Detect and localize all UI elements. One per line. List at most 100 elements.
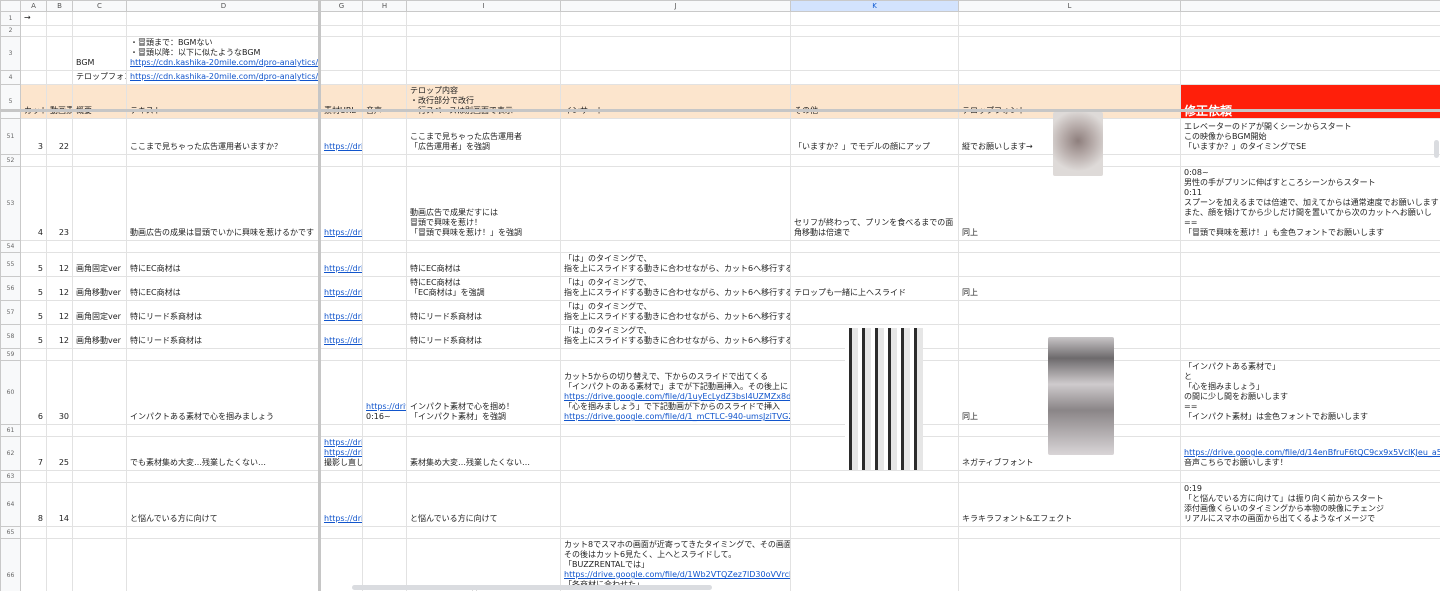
- summary-cell[interactable]: [72, 436, 127, 471]
- telop-font-cell[interactable]: [958, 470, 1181, 483]
- video-number-cell[interactable]: [46, 240, 73, 253]
- cut-cell[interactable]: 3: [20, 118, 47, 155]
- revision-cell[interactable]: [1180, 300, 1440, 325]
- telop-font-cell[interactable]: [958, 240, 1181, 253]
- cut-cell[interactable]: 5: [20, 252, 47, 277]
- revision-cell[interactable]: [1180, 154, 1440, 167]
- row-header[interactable]: 64: [0, 482, 21, 527]
- revision-cell[interactable]: [1180, 470, 1440, 483]
- row-header[interactable]: 56: [0, 276, 21, 301]
- cell[interactable]: [406, 25, 561, 37]
- material-url-cell[interactable]: [320, 154, 363, 167]
- summary-cell[interactable]: [72, 470, 127, 483]
- insert-cell[interactable]: [560, 526, 791, 539]
- insert-cell[interactable]: [560, 166, 791, 241]
- cell-c[interactable]: テロップフォン: [72, 70, 127, 85]
- column-header-m[interactable]: [1180, 0, 1440, 12]
- cell-d[interactable]: https://cdn.kashika-20mile.com/dpro-anal…: [126, 70, 321, 85]
- insert-cell[interactable]: [560, 240, 791, 253]
- cell-d[interactable]: [126, 11, 321, 26]
- header-cut[interactable]: カット: [20, 84, 47, 119]
- video-number-cell[interactable]: [46, 526, 73, 539]
- cell[interactable]: [958, 11, 1181, 26]
- video-number-cell[interactable]: 12: [46, 276, 73, 301]
- cut-cell[interactable]: [20, 526, 47, 539]
- audio-cell[interactable]: [362, 252, 407, 277]
- column-header-c[interactable]: C: [72, 0, 127, 12]
- audio-cell[interactable]: [362, 166, 407, 241]
- cell[interactable]: [406, 11, 561, 26]
- row-header[interactable]: 52: [0, 154, 21, 167]
- other-cell[interactable]: [790, 470, 959, 483]
- insert-cell[interactable]: [560, 154, 791, 167]
- video-number-cell[interactable]: [46, 470, 73, 483]
- material-url-cell[interactable]: [320, 470, 363, 483]
- audio-cell[interactable]: [362, 526, 407, 539]
- text-cell[interactable]: ここまで見ちゃった広告運用者いますか？: [126, 118, 321, 155]
- material-url-cell[interactable]: https://drive.https://drive.撮影し直し: [320, 436, 363, 471]
- cut-cell[interactable]: 7: [20, 436, 47, 471]
- cell[interactable]: [362, 36, 407, 71]
- text-cell[interactable]: [126, 470, 321, 483]
- header-video[interactable]: 動画素: [46, 84, 73, 119]
- material-url-cell[interactable]: https://drive.: [320, 300, 363, 325]
- row-header[interactable]: 55: [0, 252, 21, 277]
- text-cell[interactable]: [126, 348, 321, 361]
- other-cell[interactable]: [790, 240, 959, 253]
- frozen-row-divider[interactable]: [0, 109, 1440, 112]
- row-header[interactable]: 63: [0, 470, 21, 483]
- header-text[interactable]: テキスト: [126, 84, 321, 119]
- audio-cell[interactable]: [362, 240, 407, 253]
- other-cell[interactable]: [790, 154, 959, 167]
- summary-cell[interactable]: [72, 482, 127, 527]
- text-cell[interactable]: 特にリード系商材は: [126, 324, 321, 349]
- telop-cell[interactable]: [406, 240, 561, 253]
- audio-cell[interactable]: [362, 118, 407, 155]
- revision-cell[interactable]: [1180, 526, 1440, 539]
- cell[interactable]: [560, 70, 791, 85]
- material-url-cell[interactable]: [320, 240, 363, 253]
- reference-image[interactable]: [1053, 112, 1103, 176]
- cell-b[interactable]: [46, 11, 73, 26]
- telop-cell[interactable]: [406, 470, 561, 483]
- row-header[interactable]: 53: [0, 166, 21, 241]
- telop-cell[interactable]: [406, 348, 561, 361]
- cell[interactable]: [320, 36, 363, 71]
- text-cell[interactable]: 特にEC商材は: [126, 276, 321, 301]
- other-cell[interactable]: セリフが終わって、プリンを食べるまでの面 角移動は倍速で: [790, 166, 959, 241]
- audio-cell[interactable]: [362, 436, 407, 471]
- audio-cell[interactable]: [362, 538, 407, 591]
- audio-cell[interactable]: [362, 276, 407, 301]
- text-cell[interactable]: インパクトある素材で心を掴みましょう: [126, 360, 321, 425]
- material-url-cell[interactable]: [320, 526, 363, 539]
- audio-cell[interactable]: [362, 348, 407, 361]
- other-cell[interactable]: テロップも一緒に上へスライド: [790, 276, 959, 301]
- insert-cell[interactable]: カット5からの切り替えで、下からのスライドで出てくる 「インパクトのある素材で」ま…: [560, 360, 791, 425]
- text-cell[interactable]: [126, 526, 321, 539]
- video-number-cell[interactable]: [46, 424, 73, 437]
- material-url-cell[interactable]: https://drive.: [320, 324, 363, 349]
- telop-cell[interactable]: 素材集め大変…残業したくない…: [406, 436, 561, 471]
- summary-cell[interactable]: [72, 424, 127, 437]
- summary-cell[interactable]: [72, 526, 127, 539]
- row-header[interactable]: 61: [0, 424, 21, 437]
- cell-d[interactable]: ・冒頭まで：BGMない ・冒頭以降：以下に似たようなBGM https://cdn.…: [126, 36, 321, 71]
- row-header[interactable]: 65: [0, 526, 21, 539]
- material-url-cell[interactable]: [320, 348, 363, 361]
- telop-font-cell[interactable]: 同上: [958, 166, 1181, 241]
- frozen-column-divider[interactable]: [318, 0, 321, 591]
- row-header[interactable]: 57: [0, 300, 21, 325]
- video-number-cell[interactable]: [46, 154, 73, 167]
- cut-cell[interactable]: [20, 424, 47, 437]
- header-telop[interactable]: テロップ内容・改行部分で改行・行スペースは別画面で表示: [406, 84, 561, 119]
- cut-cell[interactable]: [20, 470, 47, 483]
- cell[interactable]: [560, 11, 791, 26]
- cell-b[interactable]: [46, 36, 73, 71]
- header-insert[interactable]: インサート: [560, 84, 791, 119]
- cut-cell[interactable]: 4: [20, 166, 47, 241]
- material-url-cell[interactable]: https://drive.: [320, 276, 363, 301]
- telop-cell[interactable]: 特にリード系商材は: [406, 300, 561, 325]
- video-number-cell[interactable]: 12: [46, 252, 73, 277]
- row-header[interactable]: 4: [0, 70, 21, 85]
- revision-cell[interactable]: [1180, 348, 1440, 361]
